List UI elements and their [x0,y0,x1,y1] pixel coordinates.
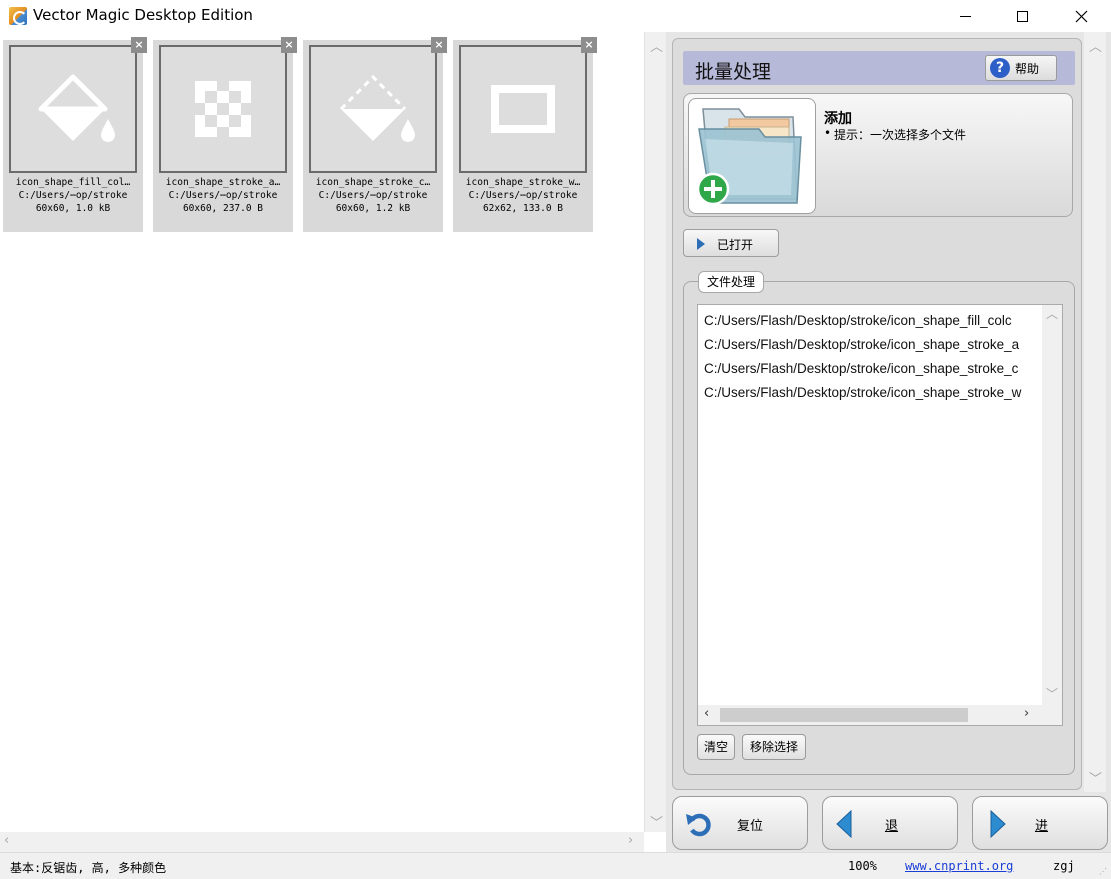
zoom-level: 100% [848,859,877,873]
back-arrow-icon [836,810,852,838]
panel-title: 批量处理 [695,61,772,83]
thumbnail-card[interactable]: × icon_shape_stroke_a… C:/Users/⋯op/stro… [153,37,297,232]
minimize-icon [959,15,971,17]
remove-selection-button[interactable]: 移除选择 [742,734,806,760]
minimize-button[interactable] [935,0,995,32]
status-user: zgj [1053,859,1075,873]
close-icon [1075,10,1087,22]
thumbnail-card[interactable]: × icon_shape_stroke_w… C:/Users/⋯op/stro… [453,37,597,232]
app-logo-icon [9,7,27,25]
file-list-item[interactable]: C:/Users/Flash/Desktop/stroke/icon_shape… [704,361,1038,381]
status-mode: 基本:反锯齿, 高, 多种颜色 [10,861,167,875]
scroll-down-icon[interactable]: ﹀ [650,812,663,831]
maximize-button[interactable] [992,0,1052,32]
thumbnail-path: C:/Users/⋯op/stroke [318,190,428,201]
thumbnail-info: 60x60, 237.0 B [182,203,264,214]
add-files-button[interactable]: 添加 提示：一次选择多个文件 [683,93,1073,217]
add-heading: 添加 [824,111,852,127]
thumbnail-image [159,45,287,173]
thumbnail-filename: icon_shape_stroke_a… [165,177,281,188]
close-window-button[interactable] [1051,0,1111,32]
thumbnail-path: C:/Users/⋯op/stroke [18,190,128,201]
thumbnail-vertical-scrollbar[interactable]: ︿ ﹀ [644,32,666,832]
scroll-left-icon[interactable]: ‹ [4,833,9,848]
thumbnail-info: 60x60, 1.0 kB [35,203,111,214]
file-list-item[interactable]: C:/Users/Flash/Desktop/stroke/icon_shape… [704,337,1038,357]
opened-files-toggle[interactable]: 已打开 [683,229,779,257]
remove-thumbnail-button[interactable]: × [431,37,447,53]
thumbnail-card[interactable]: × icon_shape_fill_col… C:/Users/⋯op/stro… [3,37,147,232]
file-list-vertical-scrollbar[interactable]: ︿ ﹀ [1042,305,1062,707]
maximize-icon [1016,10,1028,22]
droplet-fill-icon [38,74,115,142]
thumbnail-image [309,45,437,173]
rectangle-outline-icon [491,85,555,133]
title-bar: Vector Magic Desktop Edition [0,0,1111,32]
reset-button[interactable]: 复位 [672,796,808,850]
file-list-item[interactable]: C:/Users/Flash/Desktop/stroke/icon_shape… [704,385,1038,405]
status-bar: 基本:反锯齿, 高, 多种颜色 100% www.cnprint.org zgj… [0,852,1111,879]
scroll-up-icon[interactable]: ︿ [650,36,663,55]
thumbnail-path: C:/Users/⋯op/stroke [468,190,578,201]
scroll-right-icon[interactable]: › [1024,706,1029,721]
back-button[interactable]: 退 [822,796,958,850]
scroll-left-icon[interactable]: ‹ [704,706,709,721]
scroll-down-icon[interactable]: ﹀ [1089,768,1102,787]
next-button[interactable]: 进 [972,796,1108,850]
remove-thumbnail-button[interactable]: × [581,37,597,53]
thumbnail-horizontal-scrollbar[interactable]: ‹ › [0,832,644,852]
add-folder-icon [688,98,816,214]
thumbnail-path: C:/Users/⋯op/stroke [168,190,278,201]
file-list-horizontal-scrollbar[interactable]: ‹ › [698,705,1044,725]
scroll-right-icon[interactable]: › [628,833,633,848]
navigation-bar: 复位 退 进 [666,794,1111,852]
panel-vertical-scrollbar[interactable]: ︿ ﹀ [1084,32,1106,792]
thumbnail-pane: × icon_shape_fill_col… C:/Users/⋯op/stro… [0,32,644,832]
file-processing-group: 文件处理 C:/Users/Flash/Desktop/stroke/icon_… [683,271,1075,775]
help-icon: ? [990,58,1010,78]
remove-thumbnail-button[interactable]: × [131,37,147,53]
add-tip: 提示：一次选择多个文件 [824,126,966,143]
next-arrow-icon [990,810,1006,838]
batch-panel-frame: 批量处理 ? 帮助 添加 提示：一次选择多个文件 [672,38,1082,790]
dashed-droplet-icon [339,74,415,142]
help-label: 帮助 [1015,61,1040,76]
back-label: 退 [885,819,899,834]
reset-label: 复位 [737,819,764,834]
scrollbar-thumb[interactable] [720,708,968,722]
panel-header: 批量处理 ? 帮助 [683,51,1075,85]
thumbnail-filename: icon_shape_fill_col… [15,177,131,188]
thumbnail-image [459,45,587,173]
clear-button[interactable]: 清空 [697,734,735,760]
remove-thumbnail-button[interactable]: × [281,37,297,53]
website-link[interactable]: www.cnprint.org [905,859,1013,873]
scroll-up-icon[interactable]: ︿ [1046,305,1058,322]
opened-label: 已打开 [717,238,754,252]
file-list-item[interactable]: C:/Users/Flash/Desktop/stroke/icon_shape… [704,313,1038,333]
thumbnail-info: 60x60, 1.2 kB [335,203,411,214]
expand-arrow-icon [697,238,705,250]
help-button[interactable]: ? 帮助 [985,55,1057,81]
next-label: 进 [1035,819,1049,834]
group-label: 文件处理 [698,271,765,293]
scroll-up-icon[interactable]: ︿ [1089,36,1102,55]
scroll-down-icon[interactable]: ﹀ [1046,685,1058,702]
window-title: Vector Magic Desktop Edition [33,6,253,24]
checkerboard-icon [195,81,251,137]
resize-grip-icon[interactable]: ⋰ [1099,867,1109,877]
batch-panel: 批量处理 ? 帮助 添加 提示：一次选择多个文件 [666,32,1111,852]
thumbnail-filename: icon_shape_stroke_c… [315,177,431,188]
reset-arrow-icon [686,813,711,837]
thumbnail-info: 62x62, 133.0 B [482,203,564,214]
thumbnail-filename: icon_shape_stroke_w… [465,177,581,188]
file-list[interactable]: C:/Users/Flash/Desktop/stroke/icon_shape… [697,304,1063,726]
thumbnail-card[interactable]: × icon_shape_stroke_c… C:/Users/⋯op/stro… [303,37,447,232]
scrollbar-corner [1042,705,1062,725]
thumbnail-image [9,45,137,173]
